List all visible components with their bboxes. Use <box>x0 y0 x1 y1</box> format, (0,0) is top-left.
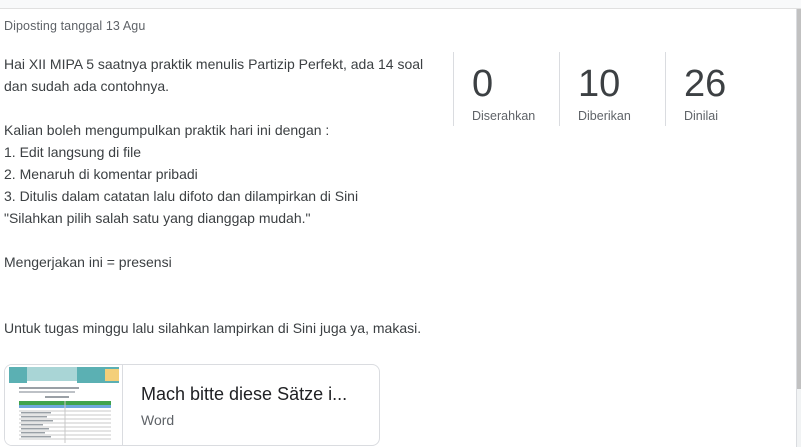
stat-graded-label: Dinilai <box>684 109 719 123</box>
assignment-description: Hai XII MIPA 5 saatnya praktik menulis P… <box>4 53 444 339</box>
document-thumbnail-preview <box>5 365 122 445</box>
attachment-type: Word <box>141 412 175 428</box>
posted-date: Diposting tanggal 13 Agu <box>4 19 146 33</box>
stat-graded[interactable]: 26 Dinilai <box>665 52 771 126</box>
attachment-info: Mach bitte diese Sätze i... Word <box>123 365 347 445</box>
description-line <box>4 273 444 295</box>
stat-assigned-label: Diberikan <box>578 109 631 123</box>
description-line: dan sudah ada contohnya. <box>4 78 170 94</box>
description-line <box>4 295 444 317</box>
description-line: Untuk tugas minggu lalu silahkan lampirk… <box>4 320 422 336</box>
attachment-card[interactable]: Mach bitte diese Sätze i... Word <box>4 364 380 446</box>
description-line <box>4 97 444 119</box>
description-line: 3. Ditulis dalam catatan lalu difoto dan… <box>4 188 359 204</box>
description-line: "Silahkan pilih salah satu yang dianggap… <box>4 210 311 226</box>
stat-submitted[interactable]: 0 Diserahkan <box>453 52 559 126</box>
stat-submitted-count: 0 <box>472 63 494 105</box>
stat-assigned-count: 10 <box>578 63 621 105</box>
attachment-title[interactable]: Mach bitte diese Sätze i... <box>141 384 347 405</box>
description-line <box>4 229 444 251</box>
scrollbar[interactable] <box>797 9 801 389</box>
description-line: Kalian boleh mengumpulkan praktik hari i… <box>4 122 330 138</box>
description-line: 1. Edit langsung di file <box>4 144 141 160</box>
stat-submitted-label: Diserahkan <box>472 109 536 123</box>
stat-graded-count: 26 <box>684 63 727 105</box>
description-line: Hai XII MIPA 5 saatnya praktik menulis P… <box>4 56 424 72</box>
stat-assigned[interactable]: 10 Diberikan <box>559 52 665 126</box>
document-thumbnail-icon <box>5 365 123 445</box>
top-strip <box>0 0 801 9</box>
description-line: Mengerjakan ini = presensi <box>4 254 172 270</box>
submission-stats: 0 Diserahkan 10 Diberikan 26 Dinilai <box>453 52 771 126</box>
description-line: 2. Menaruh di komentar pribadi <box>4 166 198 182</box>
